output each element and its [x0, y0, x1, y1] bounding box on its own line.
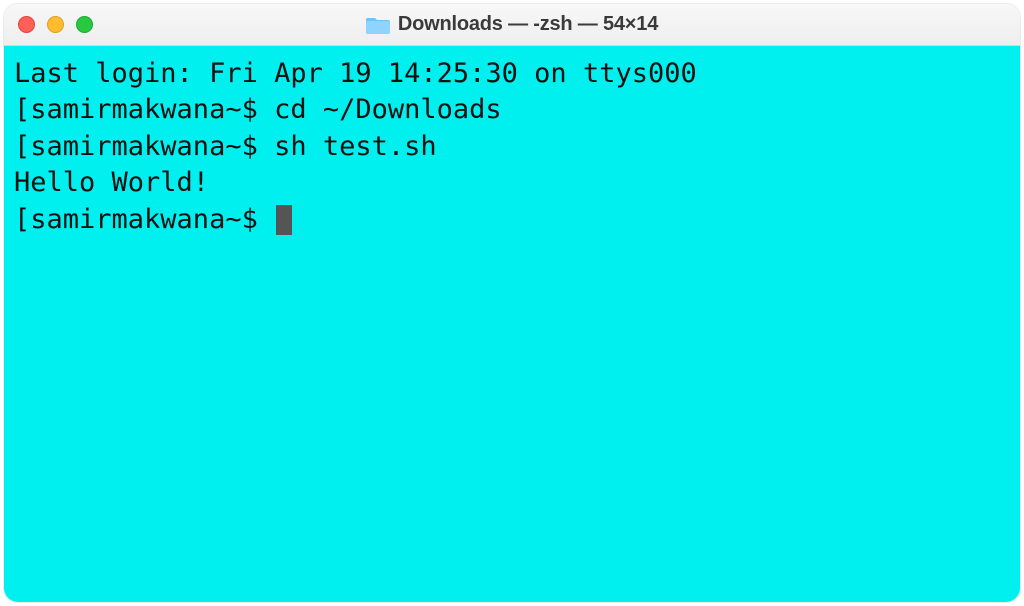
window-title: Downloads — -zsh — 54×14: [398, 13, 658, 36]
window-controls: [18, 16, 93, 33]
terminal-body[interactable]: Last login: Fri Apr 19 14:25:30 on ttys0…: [4, 46, 1020, 602]
prompt-line: [samirmakwana~$ sh test.sh: [14, 129, 1010, 165]
prompt: [samirmakwana~$: [14, 131, 274, 162]
maximize-button[interactable]: [76, 16, 93, 33]
command-text: sh test.sh: [274, 131, 437, 162]
last-login-line: Last login: Fri Apr 19 14:25:30 on ttys0…: [14, 56, 1010, 92]
command-text: cd ~/Downloads: [274, 94, 502, 125]
output-line: Hello World!: [14, 165, 1010, 201]
prompt: [samirmakwana~$: [14, 94, 274, 125]
prompt-line: [samirmakwana~$: [14, 202, 1010, 238]
titlebar: Downloads — -zsh — 54×14: [4, 4, 1020, 46]
prompt-line: [samirmakwana~$ cd ~/Downloads: [14, 92, 1010, 128]
window-title-wrap: Downloads — -zsh — 54×14: [4, 13, 1020, 36]
minimize-button[interactable]: [47, 16, 64, 33]
prompt: [samirmakwana~$: [14, 204, 274, 235]
close-button[interactable]: [18, 16, 35, 33]
terminal-window: Downloads — -zsh — 54×14 Last login: Fri…: [4, 4, 1020, 602]
cursor-icon: [276, 205, 292, 235]
folder-icon: [366, 15, 390, 35]
